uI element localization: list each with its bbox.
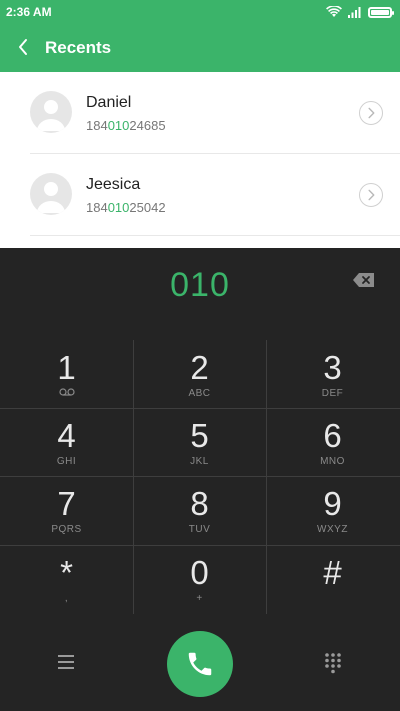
key-letters: ABC: [188, 388, 211, 399]
contact-name: Daniel: [86, 94, 132, 111]
status-icons: [326, 4, 394, 20]
page-title: Recents: [45, 38, 112, 57]
key-letters: PQRS: [51, 524, 82, 535]
number-match: 010: [107, 118, 130, 133]
key-digit: 3: [323, 349, 342, 386]
key-digit: #: [323, 554, 342, 591]
key-6[interactable]: 6 MNO: [266, 408, 399, 476]
key-2[interactable]: 2 ABC: [133, 340, 266, 408]
key-digit: 8: [190, 485, 209, 522]
voicemail-icon: [58, 388, 75, 396]
wifi-icon: [326, 6, 342, 17]
key-3[interactable]: 3 DEF: [266, 340, 399, 408]
key-letters: MNO: [320, 456, 345, 467]
key-5[interactable]: 5 JKL: [133, 408, 266, 476]
key-digit: 6: [323, 417, 342, 454]
key-digit: 7: [57, 485, 76, 522]
battery-fill: [371, 9, 389, 15]
contact-number: 18401025042: [86, 200, 166, 215]
key-7[interactable]: 7 PQRS: [0, 476, 133, 544]
key-0[interactable]: 0 +: [133, 545, 266, 613]
list-item[interactable]: Jeesica 18401025042: [0, 154, 400, 236]
key-digit: *: [60, 554, 73, 591]
key-1[interactable]: 1: [0, 340, 133, 408]
dialed-number: 010: [170, 266, 230, 304]
key-star[interactable]: * ,: [0, 545, 133, 613]
chevron-right-icon[interactable]: [359, 183, 383, 207]
battery-icon: [368, 6, 394, 18]
signal-icon: [348, 7, 361, 18]
key-hash[interactable]: #: [266, 545, 399, 613]
contact-number: 18401024685: [86, 118, 166, 133]
number-match: 010: [107, 200, 130, 215]
key-letters: DEF: [321, 388, 344, 399]
divider: [30, 235, 400, 236]
key-letters: WXYZ: [317, 524, 348, 535]
key-letters: GHI: [56, 456, 77, 467]
person-icon: [37, 100, 65, 131]
avatar: [30, 173, 72, 215]
backspace-icon[interactable]: [352, 272, 376, 288]
key-letters: TUV: [188, 524, 211, 535]
avatar: [30, 91, 72, 133]
key-9[interactable]: 9 WXYZ: [266, 476, 399, 544]
call-button[interactable]: [167, 631, 233, 697]
dialer-actions: [0, 628, 400, 711]
key-letters: ,: [64, 593, 69, 604]
number-suffix: 24685: [129, 118, 166, 133]
key-digit: 5: [190, 417, 209, 454]
status-bar: 2:36 AM: [0, 0, 400, 24]
list-item[interactable]: Daniel 18401024685: [0, 72, 400, 154]
key-digit: 0: [190, 554, 209, 591]
key-8[interactable]: 8 TUV: [133, 476, 266, 544]
phone-icon: [188, 652, 212, 676]
status-time: 2:36 AM: [6, 5, 52, 19]
app-bar: Recents: [0, 24, 400, 72]
contact-name: Jeesica: [86, 176, 141, 193]
recents-list: Daniel 18401024685 Jeesica 18401025042: [0, 72, 400, 248]
keypad: 1 2 ABC 3 DEF 4 GHI 5 JKL 6 MNO 7 PQRS 8…: [0, 340, 400, 614]
number-suffix: 25042: [129, 200, 166, 215]
chevron-left-icon[interactable]: [12, 35, 36, 59]
key-digit: 1: [57, 349, 76, 386]
key-digit: 9: [323, 485, 342, 522]
number-prefix: 184: [86, 118, 108, 133]
number-prefix: 184: [86, 200, 108, 215]
key-4[interactable]: 4 GHI: [0, 408, 133, 476]
chevron-right-icon[interactable]: [359, 101, 383, 125]
key-letters: JKL: [190, 456, 209, 467]
person-icon: [37, 182, 65, 213]
key-digit: 2: [190, 349, 209, 386]
dialpad-icon[interactable]: [322, 652, 344, 674]
key-digit: 4: [57, 417, 76, 454]
key-letters: +: [196, 593, 203, 604]
menu-icon[interactable]: [56, 652, 78, 672]
dialpad: 010 1 2 ABC 3 DEF 4 GHI 5 JKL 6 MNO 7 PQ…: [0, 248, 400, 711]
